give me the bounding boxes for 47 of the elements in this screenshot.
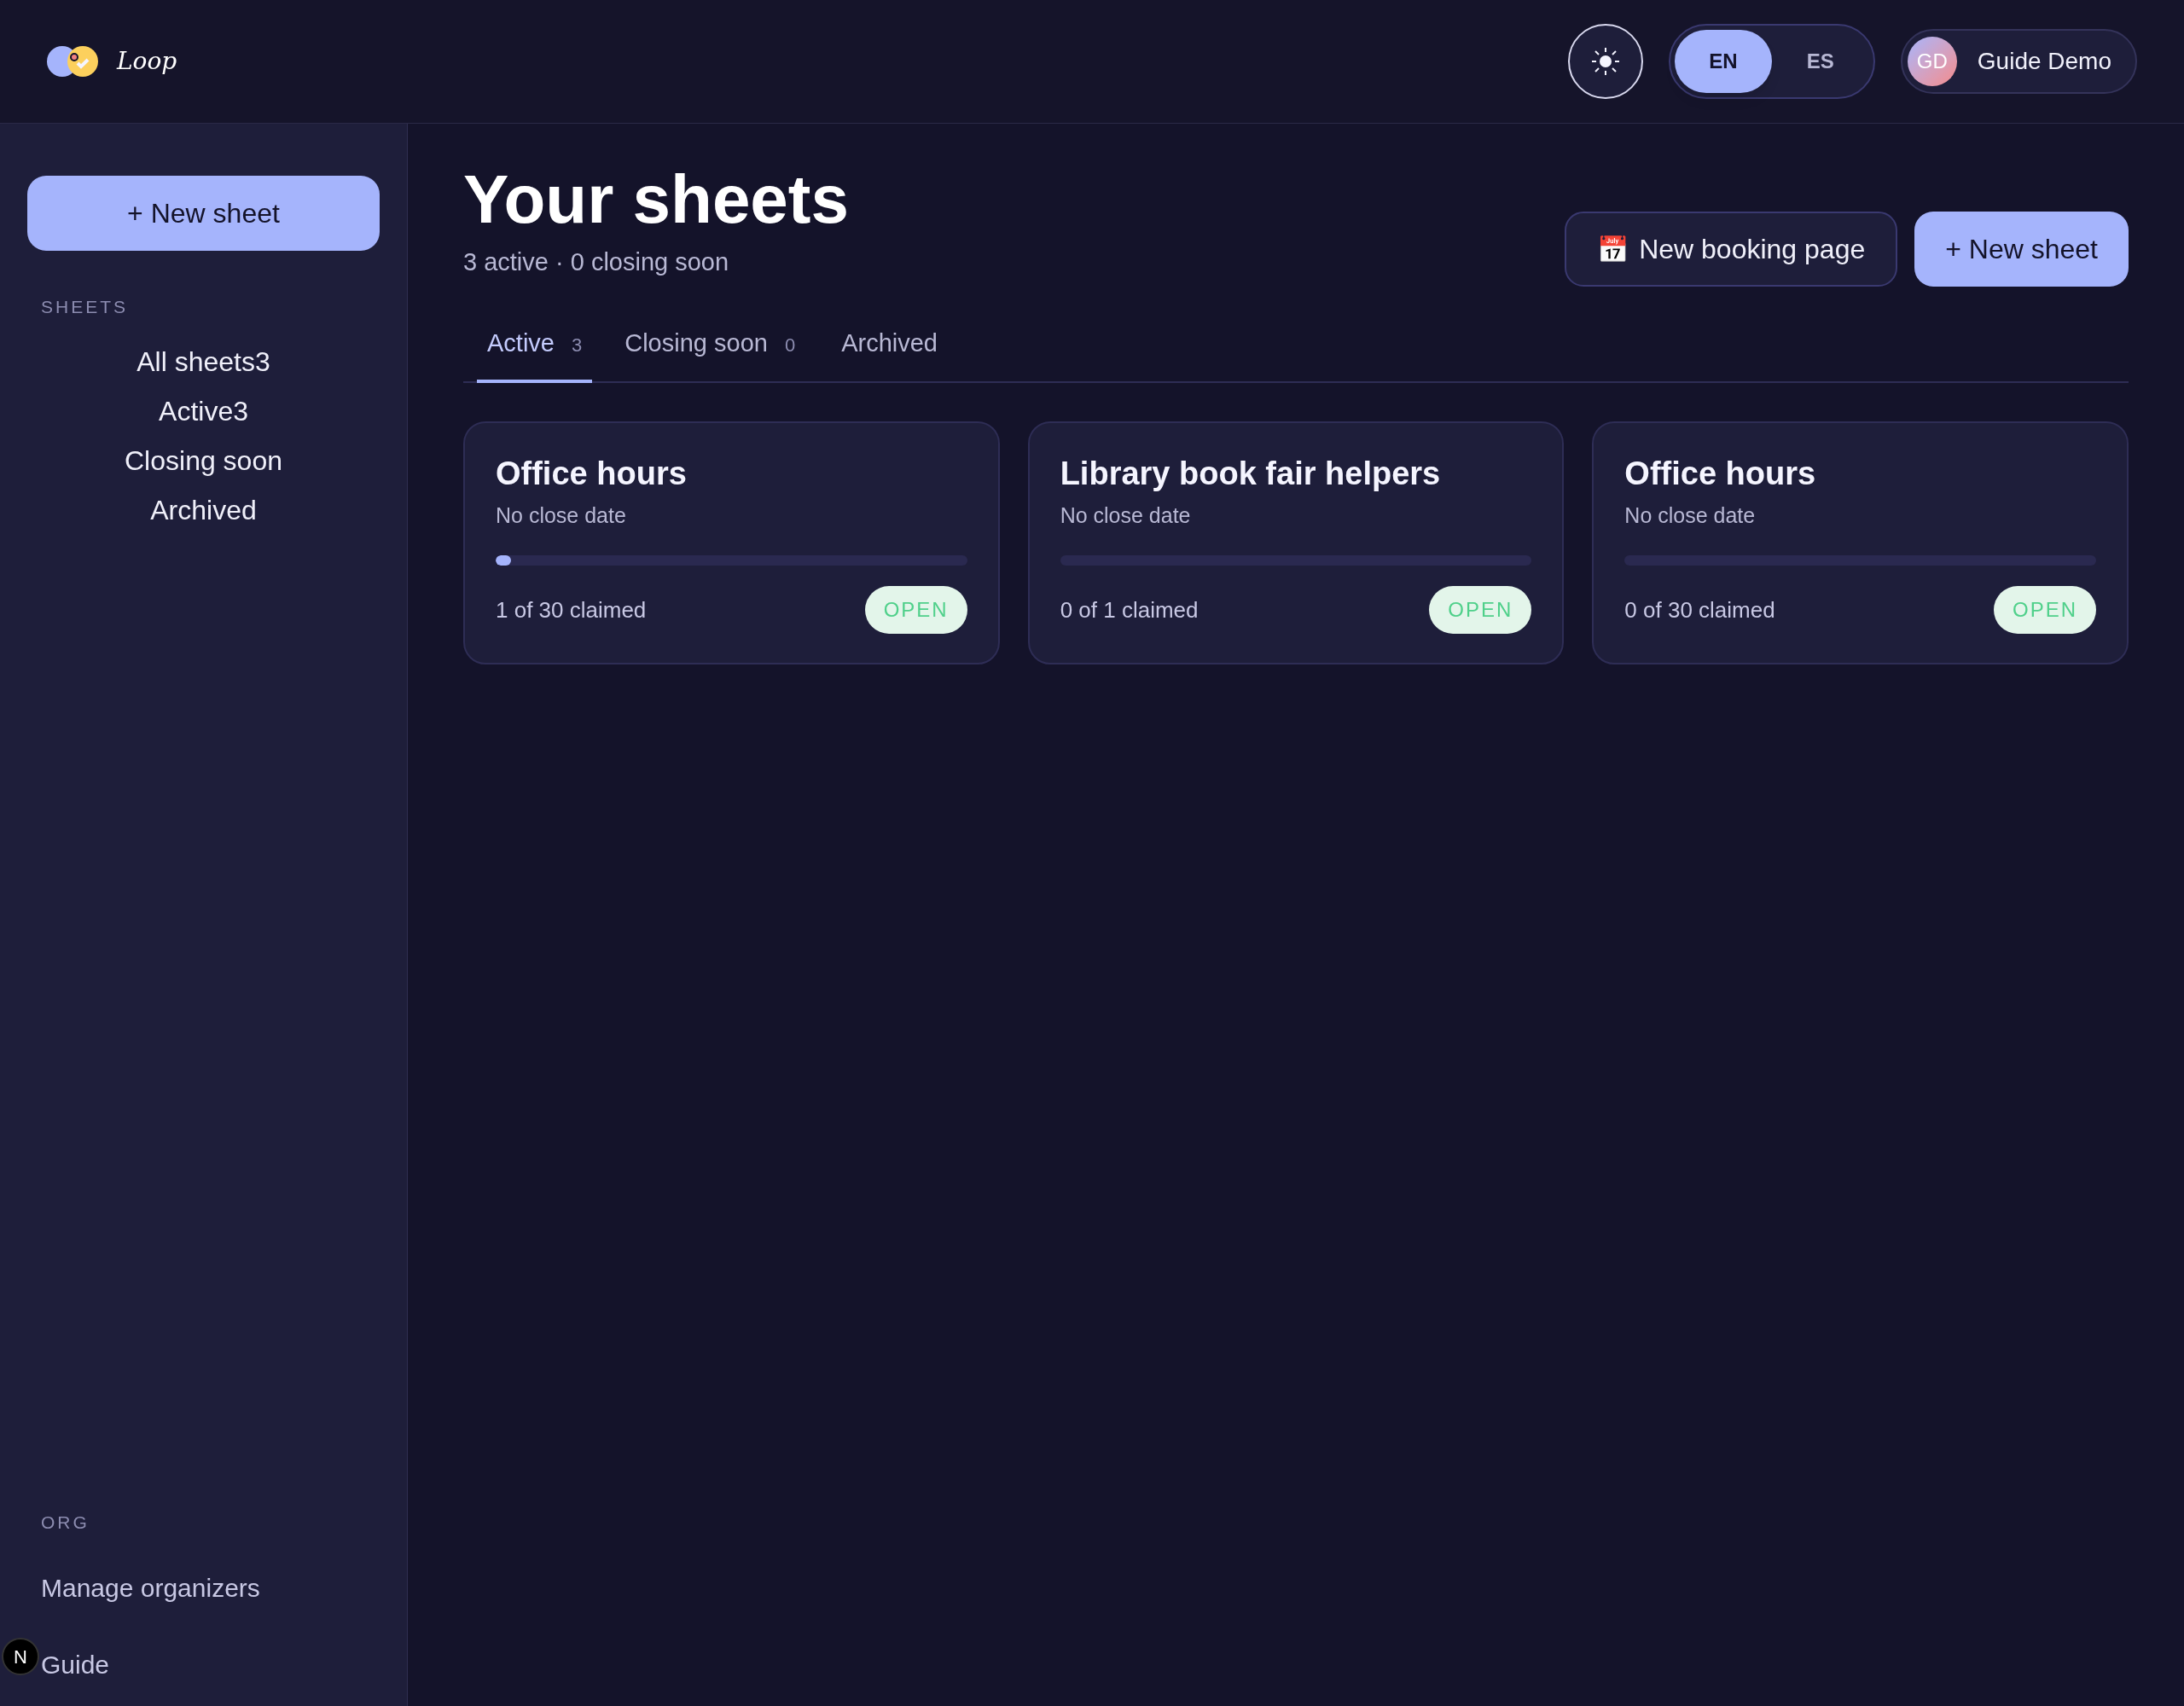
tab[interactable]: Closing soon 0 [611,325,810,383]
section-label: SHEETS [40,296,130,318]
close-date: No close date [1624,502,1757,529]
claimed-count: 0 of 30 claimed [1624,595,1775,624]
page-subtitle: 3 active · 0 closing soon [463,247,730,277]
card-title: Office hours [1624,454,1817,493]
logo-icon [47,45,100,78]
card-title: Library book fair helpers [1060,454,1442,493]
status-badge: OPEN [1994,586,2096,634]
logo-text: Loop [117,46,177,77]
status-badge: OPEN [1429,586,1532,634]
sun-icon [1590,47,1620,76]
button-label: New booking page [1639,233,1866,266]
tab-label: Active [487,328,555,358]
sheet-card[interactable]: Office hours No close date 0 of 30 claimed OPEN [1592,421,2129,664]
sidebar-link[interactable]: Manage organizers [41,1573,260,1604]
new-sheet-button[interactable]: + New sheet [27,176,380,251]
close-date: No close date [1060,502,1192,529]
user-menu[interactable]: GD Guide Demo [1900,29,2137,94]
tab-count: 0 [784,334,796,357]
sheet-card[interactable]: Office hours No close date 1 of 30 claimed OPEN [463,421,1000,664]
user-avatar: GD [1907,37,1957,86]
language-option[interactable]: ES [1771,30,1869,93]
new-booking-page-button[interactable]: 📅 New booking page [1565,212,1898,287]
status-badge: OPEN [864,586,967,634]
claimed-count: 0 of 1 claimed [1060,595,1199,624]
sidebar-link[interactable]: Guide [41,1650,110,1680]
new-sheet-button[interactable]: + New sheet [1914,212,2129,287]
calendar-icon: 📅 [1597,229,1629,269]
section-label: ORG [40,1511,90,1534]
tab-count: 3 [572,334,583,357]
sidebar-link[interactable]: Closing soon [125,441,282,479]
dev-tools-badge[interactable]: N [2,1638,39,1675]
card-title: Office hours [496,454,688,493]
tab-label: Archived [841,328,938,358]
page-title: Your sheets [463,162,849,237]
sidebar-link[interactable]: Archived [150,490,257,529]
language-option[interactable]: EN [1674,30,1772,93]
close-date: No close date [496,502,627,529]
sidebar-link[interactable]: Active3 [159,392,248,430]
sheet-card[interactable]: Library book fair helpers No close date 0 of 1 claimed OPEN [1027,421,1565,664]
tab[interactable]: Archived [828,325,951,383]
sidebar-link[interactable]: All sheets3 [136,342,270,380]
user-name: Guide Demo [1977,47,2111,76]
tab-label: Closing soon [624,328,768,358]
tab[interactable]: Active 3 [477,325,593,383]
claimed-count: 1 of 30 claimed [496,595,647,624]
